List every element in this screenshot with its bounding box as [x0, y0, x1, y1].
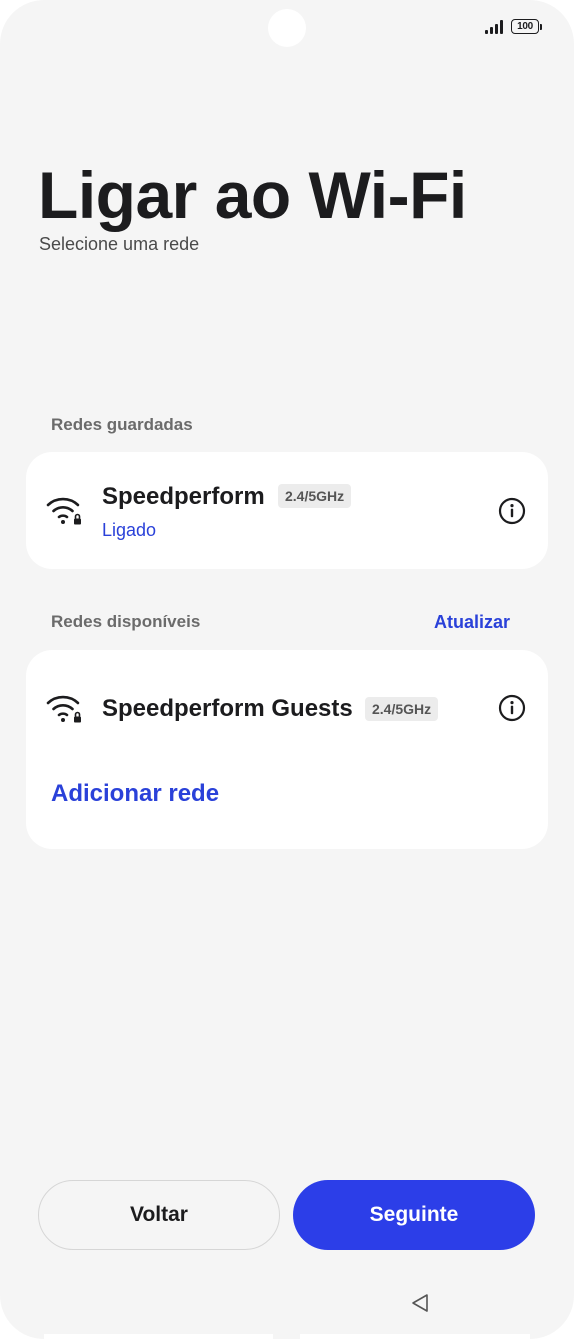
page-title: Ligar ao Wi-Fi	[38, 158, 467, 232]
saved-networks-card: Speedperform 2.4/5GHz Ligado	[26, 452, 548, 569]
add-network-button[interactable]: Adicionar rede	[51, 780, 219, 808]
network-status: Ligado	[102, 520, 157, 540]
network-name: Speedperform Guests	[102, 695, 353, 722]
next-button[interactable]: Seguinte	[293, 1180, 535, 1250]
wifi-locked-icon	[46, 695, 81, 723]
network-name: Speedperform	[102, 483, 265, 510]
available-networks-label: Redes disponíveis	[51, 612, 201, 631]
info-icon[interactable]	[498, 497, 526, 525]
signal-icon	[485, 19, 503, 34]
refresh-button[interactable]: Atualizar	[434, 612, 510, 633]
info-icon[interactable]	[498, 694, 526, 722]
phone-screen: 100 Ligar ao Wi-Fi Selecione uma rede Re…	[0, 0, 574, 1339]
band-badge: 2.4/5GHz	[278, 484, 352, 508]
nav-back-triangle-icon[interactable]	[408, 1291, 432, 1315]
front-camera	[268, 9, 306, 47]
available-networks-card: Speedperform Guests 2.4/5GHz Adicionar r…	[26, 650, 548, 849]
network-row-speedperform[interactable]: Speedperform 2.4/5GHz Ligado	[26, 470, 548, 550]
network-row-speedperform-guests[interactable]: Speedperform Guests 2.4/5GHz	[26, 668, 548, 748]
band-badge: 2.4/5GHz	[365, 697, 439, 721]
status-bar: 100	[485, 19, 542, 34]
bottom-edge	[44, 1334, 273, 1339]
battery-icon: 100	[511, 19, 542, 34]
saved-networks-label: Redes guardadas	[51, 415, 193, 434]
battery-level: 100	[511, 19, 539, 34]
wifi-locked-icon	[46, 497, 81, 525]
back-button[interactable]: Voltar	[38, 1180, 280, 1250]
page-subtitle: Selecione uma rede	[39, 234, 200, 254]
bottom-edge	[300, 1334, 530, 1339]
